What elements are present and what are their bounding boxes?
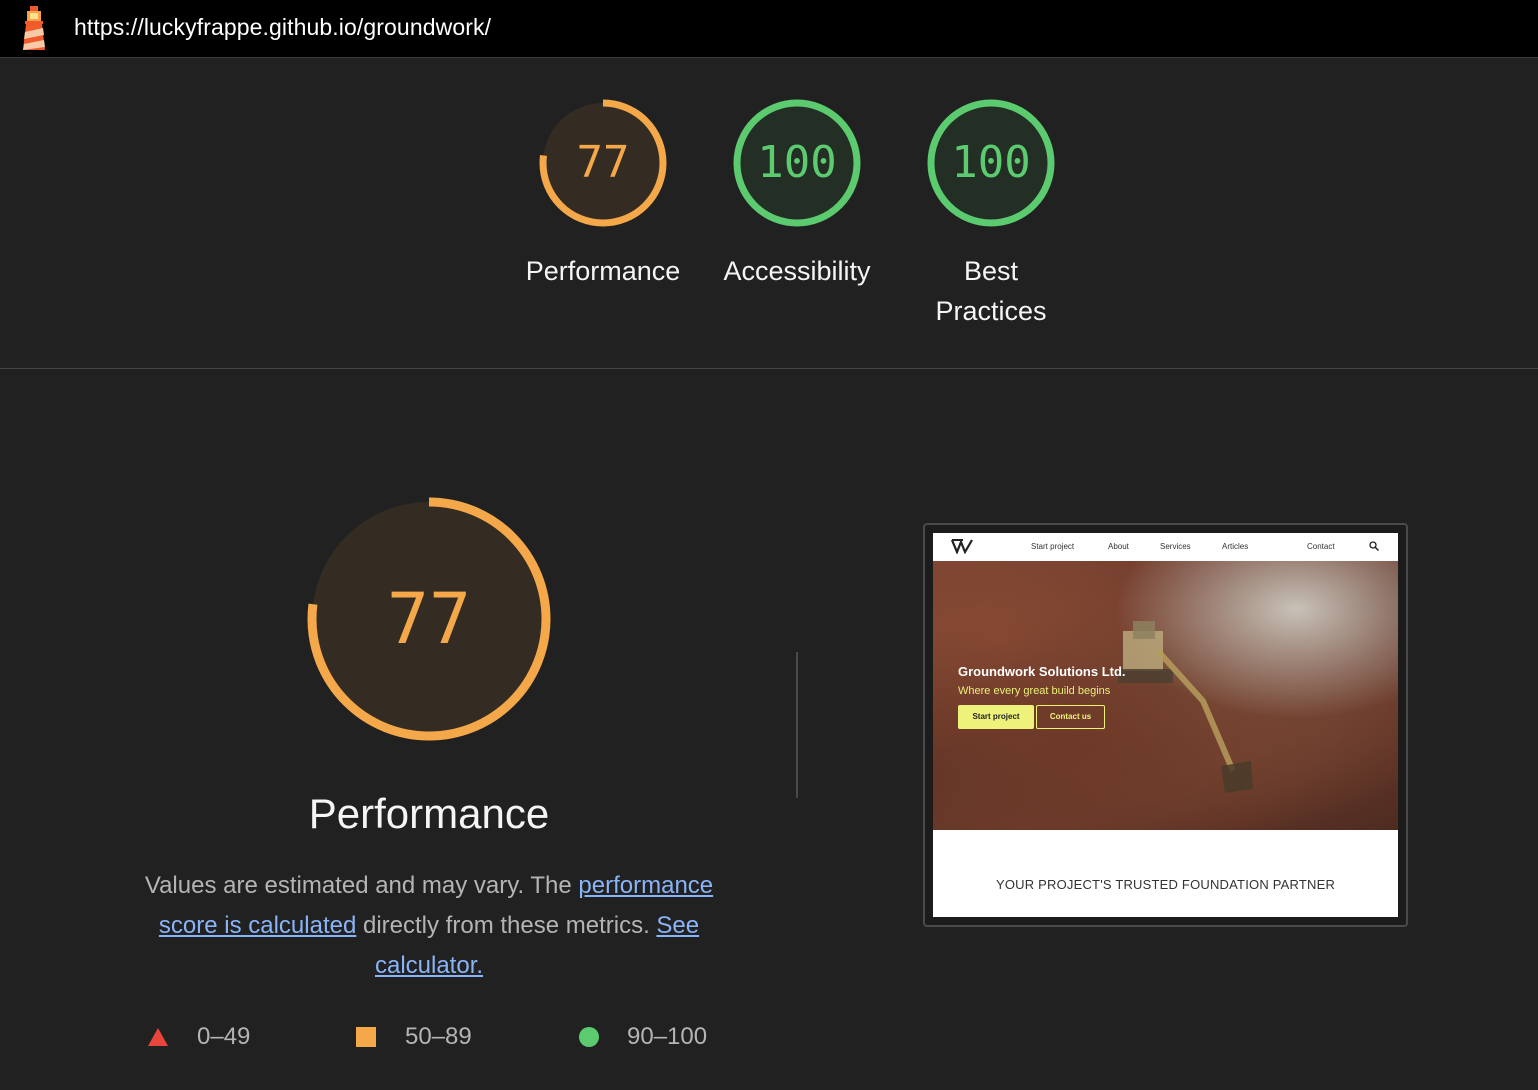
gauge-score: 100 (757, 137, 837, 188)
site-start-project-button: Start project (958, 705, 1034, 729)
gauge-label: Accessibility (723, 256, 871, 286)
site-nav-start-project: Start project (1031, 542, 1075, 551)
vertical-divider (796, 652, 798, 798)
score-gauges: 77 Performance 100 Accessibility 100 Bes… (0, 59, 1538, 369)
gauge-score: 100 (951, 137, 1031, 188)
site-nav-about: About (1108, 542, 1129, 551)
excavator-image (1118, 621, 1253, 793)
site-hero-title: Groundwork Solutions Ltd. (958, 664, 1126, 679)
triangle-red-icon (148, 1028, 168, 1046)
final-screenshot[interactable]: Start project About Services Articles Co… (923, 523, 1408, 927)
desc-text: Values are estimated and may vary. The (144, 872, 579, 899)
site-hero: Groundwork Solutions Ltd. Where every gr… (933, 561, 1398, 830)
site-navbar: Start project About Services Articles Co… (933, 533, 1398, 561)
site-hero-subtitle: Where every great build begins (958, 685, 1111, 697)
circle-green-icon (579, 1027, 599, 1047)
site-contact-button: Contact us (1036, 705, 1105, 729)
performance-score: 77 (386, 578, 472, 660)
gauge-label: Best Practices (935, 256, 1047, 326)
top-bar: https://luckyfrappe.github.io/groundwork… (0, 0, 1538, 58)
legend-range: 0–49 (197, 1023, 251, 1050)
desc-text: directly from these metrics. (356, 912, 657, 939)
gauge-label: Performance (525, 256, 681, 286)
legend-range: 50–89 (405, 1023, 472, 1050)
gauge-performance[interactable]: 77 Performance (513, 99, 693, 291)
site-logo-icon (951, 539, 973, 554)
site-nav-contact: Contact (1307, 542, 1335, 551)
performance-description: Values are estimated and may vary. The p… (118, 866, 740, 986)
report-url[interactable]: https://luckyfrappe.github.io/groundwork… (74, 14, 491, 41)
legend-item-average: 50–89 (356, 1020, 472, 1054)
site-nav-articles: Articles (1222, 542, 1249, 551)
screenshot-page: Start project About Services Articles Co… (933, 533, 1398, 917)
legend-item-fail: 0–49 (148, 1020, 250, 1054)
gauge-score: 77 (576, 137, 630, 188)
legend-range: 90–100 (627, 1023, 708, 1050)
site-nav-services: Services (1160, 542, 1191, 551)
gauge-accessibility[interactable]: 100 Accessibility (707, 99, 887, 291)
site-tagline: YOUR PROJECT'S TRUSTED FOUNDATION PARTNE… (995, 877, 1336, 892)
gauge-best-practices[interactable]: 100 Best Practices (901, 99, 1081, 331)
lighthouse-icon (23, 6, 45, 50)
search-icon (1369, 541, 1379, 551)
performance-title: Performance (308, 790, 550, 837)
square-orange-icon (356, 1027, 376, 1047)
score-legend: 0–49 50–89 90–100 (0, 1020, 860, 1054)
legend-item-pass: 90–100 (578, 1020, 707, 1054)
